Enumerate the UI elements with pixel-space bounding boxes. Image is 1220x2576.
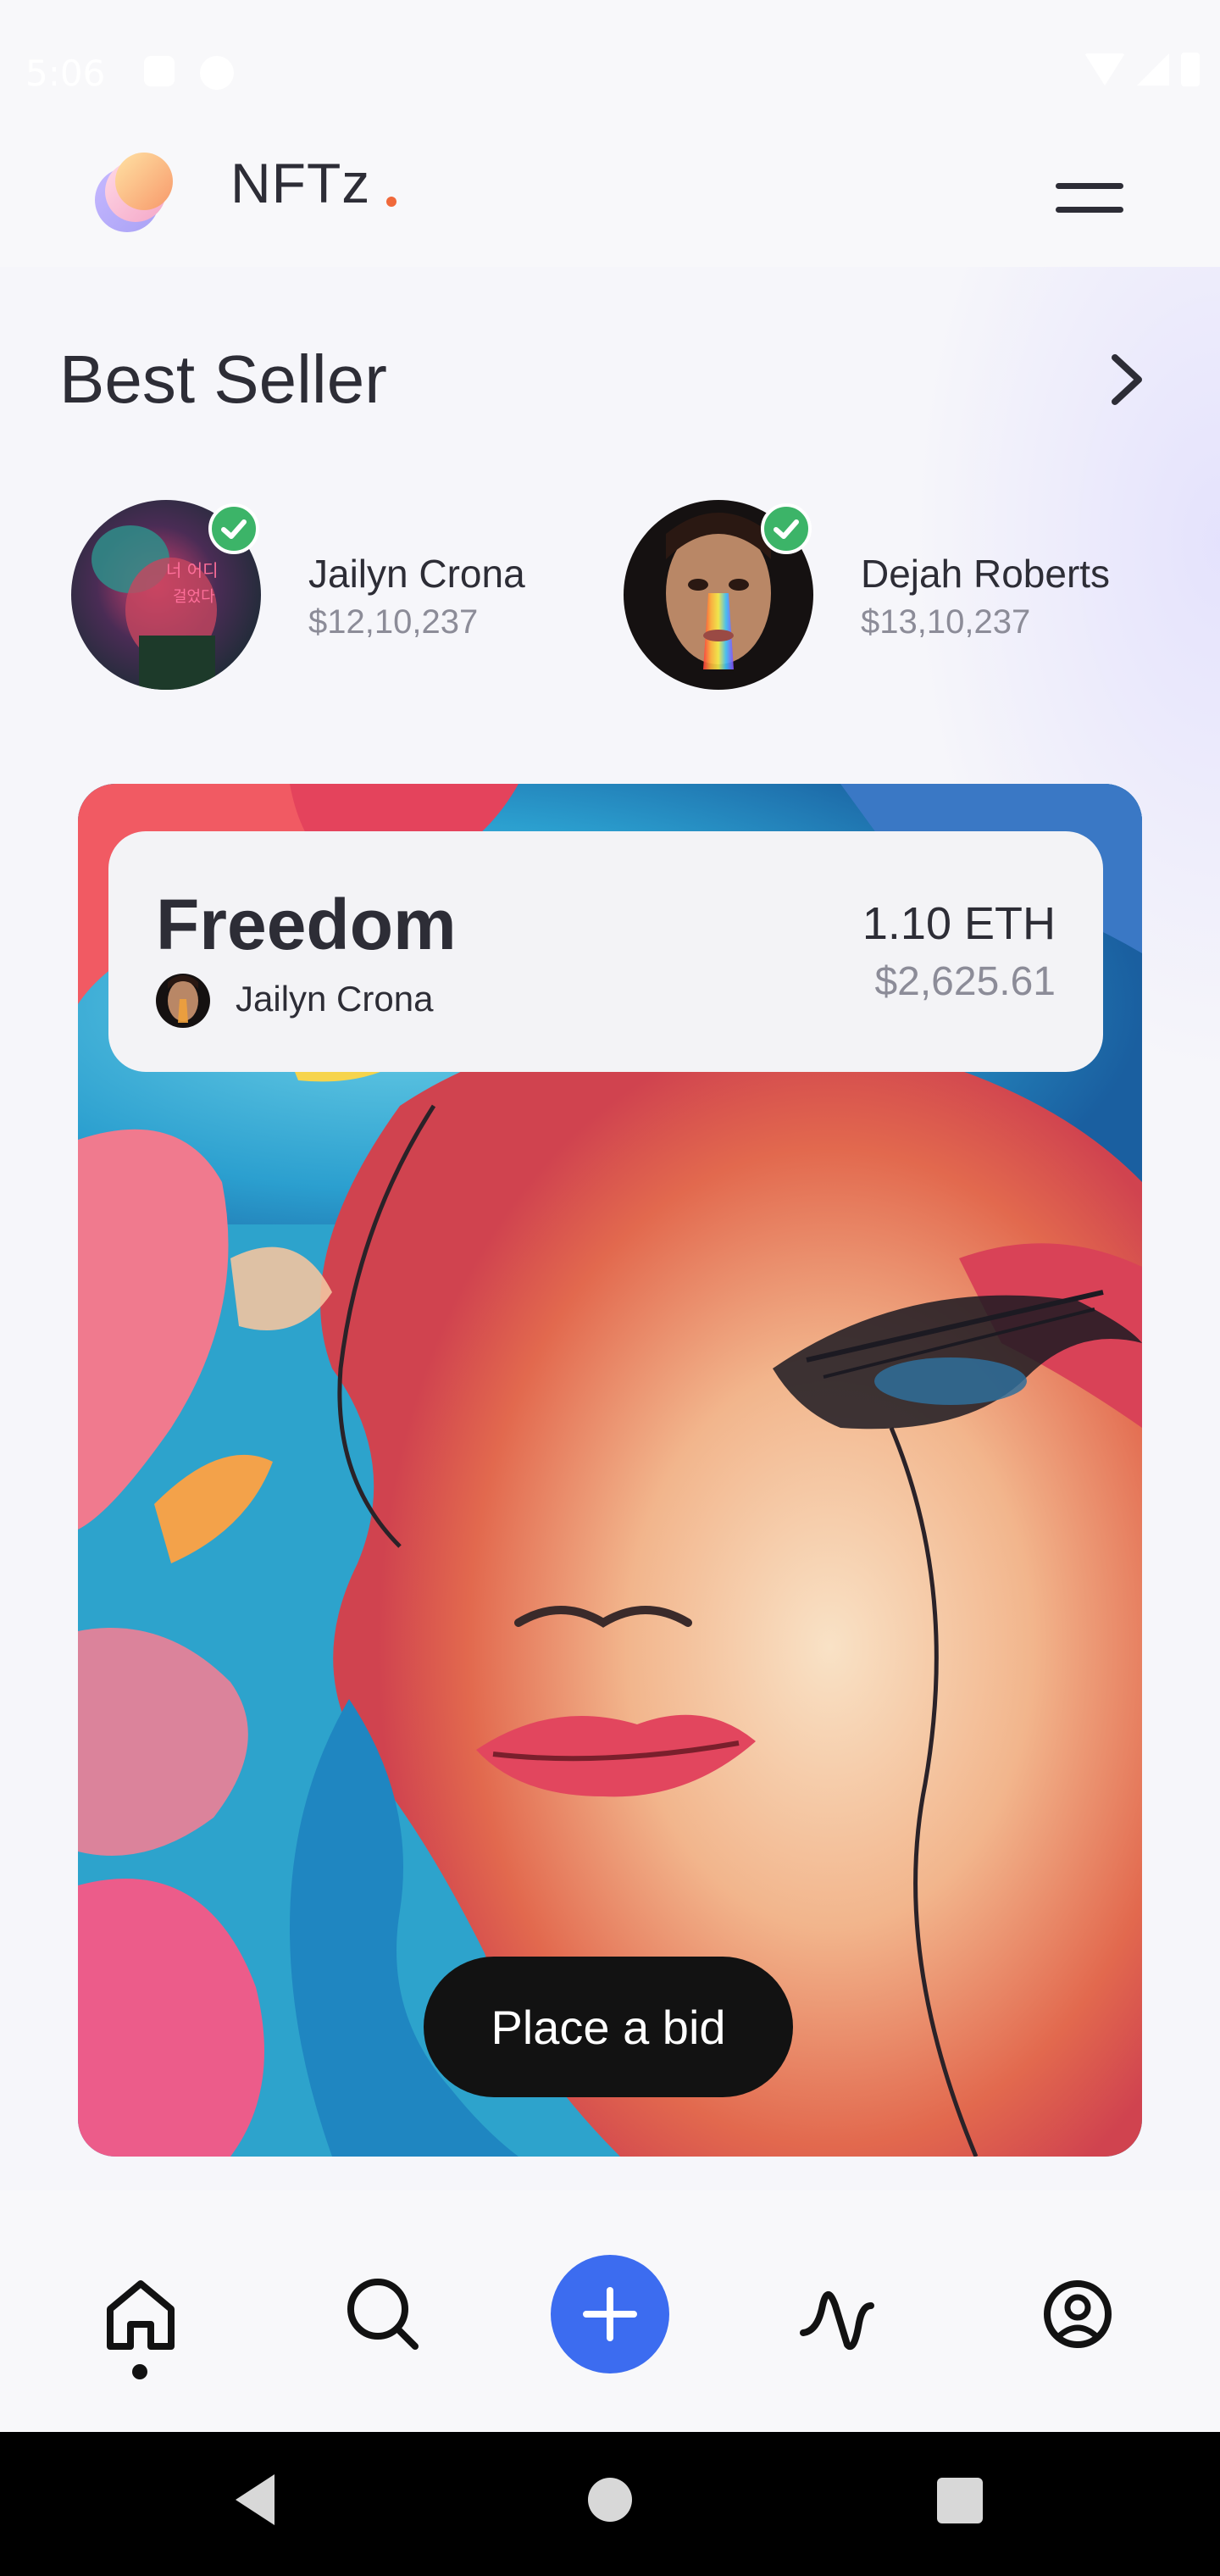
seller-name: Jailyn Crona — [308, 552, 525, 596]
seller-amount: $13,10,237 — [861, 603, 1031, 641]
seller-amount: $12,10,237 — [308, 603, 479, 641]
nft-title: Freedom — [156, 885, 457, 964]
system-status-icons — [1084, 53, 1200, 86]
notification-icon — [144, 56, 175, 86]
place-bid-button[interactable]: Place a bid — [424, 1957, 793, 2097]
notification-icon — [200, 56, 234, 90]
nft-card[interactable]: Freedom Jailyn Crona 1.10 ETH $2,625.61 … — [78, 784, 1142, 2157]
plus-icon — [583, 2287, 637, 2341]
app-logo-icon — [95, 153, 173, 232]
activity-icon — [800, 2291, 874, 2351]
system-navigation-bar — [0, 2432, 1220, 2576]
nft-info-panel: Freedom Jailyn Crona 1.10 ETH $2,625.61 — [108, 831, 1103, 1072]
seller-card[interactable]: Dejah Roberts $13,10,237 — [624, 500, 1191, 695]
notification-icons — [144, 56, 234, 90]
nav-search-button[interactable] — [341, 2272, 425, 2357]
nav-activity-button[interactable] — [795, 2272, 879, 2357]
bottom-navigation — [0, 2190, 1220, 2432]
seller-card[interactable]: 너 어디 걸었다 Jailyn Crona $12,10,237 — [71, 500, 580, 695]
nav-profile-button[interactable] — [1035, 2272, 1120, 2357]
menu-button[interactable] — [1042, 161, 1135, 232]
signal-icon — [1137, 53, 1169, 86]
svg-text:걸었다: 걸었다 — [173, 588, 215, 606]
recents-icon[interactable] — [937, 2478, 983, 2523]
hamburger-menu-icon — [1056, 183, 1123, 189]
brand-name: NFTz — [230, 152, 371, 214]
best-seller-title: Best Seller — [59, 341, 387, 417]
brand-dot — [386, 197, 396, 207]
verified-badge — [761, 503, 812, 554]
chevron-right-icon — [1112, 354, 1142, 405]
seller-name: Dejah Roberts — [861, 552, 1111, 596]
svg-text:너 어디: 너 어디 — [166, 560, 219, 580]
check-icon — [221, 519, 247, 539]
home-icon — [107, 2280, 175, 2350]
hamburger-menu-icon-line — [1056, 207, 1123, 213]
home-system-icon[interactable] — [588, 2478, 632, 2522]
active-indicator — [132, 2364, 147, 2379]
nav-home-button[interactable] — [98, 2272, 183, 2357]
nft-price-eth: 1.10 ETH — [862, 898, 1056, 949]
nft-price-usd: $2,625.61 — [874, 959, 1056, 1004]
check-icon — [774, 519, 799, 539]
creator-name: Jailyn Crona — [236, 979, 434, 1019]
battery-icon — [1181, 53, 1200, 86]
status-time: 5:06 — [25, 53, 106, 94]
verified-badge — [208, 503, 259, 554]
back-icon[interactable] — [236, 2474, 274, 2525]
see-all-button[interactable] — [1098, 346, 1156, 414]
status-bar: 5:06 — [0, 0, 1220, 144]
creator-avatar — [156, 974, 210, 1028]
wifi-icon — [1084, 53, 1125, 86]
app-header: NFTz — [0, 144, 1220, 267]
add-button[interactable] — [551, 2255, 669, 2373]
